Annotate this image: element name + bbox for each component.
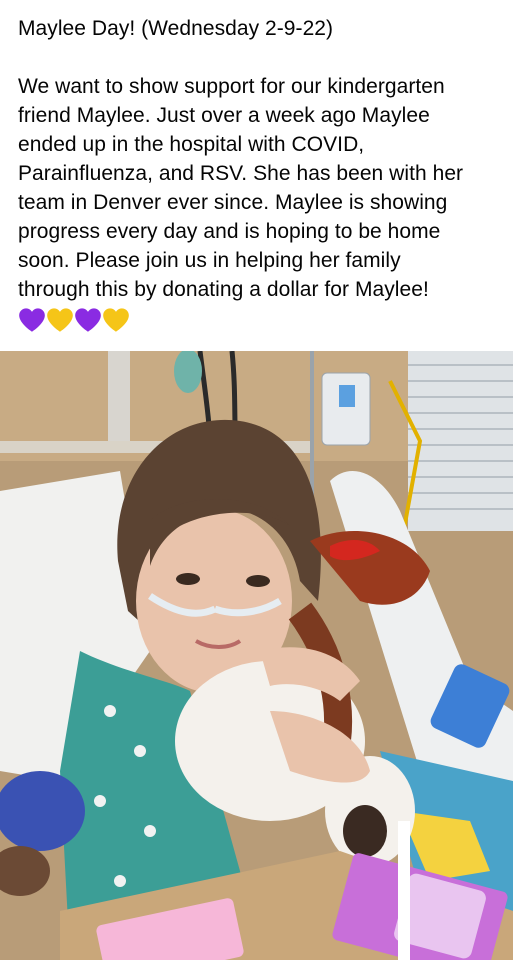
- window-blinds: [408, 351, 513, 531]
- post-body-line: friend Maylee. Just over a week ago Mayl…: [18, 104, 430, 127]
- yellow-heart-icon: [47, 308, 73, 332]
- post: Maylee Day! (Wednesday 2-9-22) We want t…: [0, 0, 513, 960]
- left-eye: [176, 573, 200, 585]
- post-body-line: We want to show support for our kinderga…: [18, 75, 445, 98]
- post-text: Maylee Day! (Wednesday 2-9-22) We want t…: [0, 0, 513, 351]
- hospital-photo[interactable]: [0, 351, 513, 960]
- post-body-line: soon. Please join us in helping her fami…: [18, 249, 401, 272]
- post-body-line: through this by donating a dollar for Ma…: [18, 278, 429, 301]
- purple-heart-icon: [19, 308, 45, 332]
- iv-pump-screen: [339, 385, 355, 407]
- plush-dog-nose: [343, 805, 387, 857]
- yellow-heart-icon: [103, 308, 129, 332]
- wall-panel: [108, 351, 130, 446]
- post-title-line: Maylee Day! (Wednesday 2-9-22): [18, 17, 334, 40]
- post-body-line: Parainfluenza, and RSV. She has been wit…: [18, 162, 464, 185]
- oxygen-bag: [174, 351, 202, 393]
- post-body-line: team in Denver ever since. Maylee is sho…: [18, 191, 448, 214]
- purple-heart-icon: [75, 308, 101, 332]
- post-body-line: progress every day and is hoping to be h…: [18, 220, 441, 243]
- right-eye: [246, 575, 270, 587]
- post-body-line: ended up in the hospital with COVID,: [18, 133, 365, 156]
- hearts-row: [18, 306, 495, 334]
- iv-pump: [321, 372, 371, 446]
- cup-straw: [398, 821, 410, 960]
- photo-illustration: [0, 351, 513, 960]
